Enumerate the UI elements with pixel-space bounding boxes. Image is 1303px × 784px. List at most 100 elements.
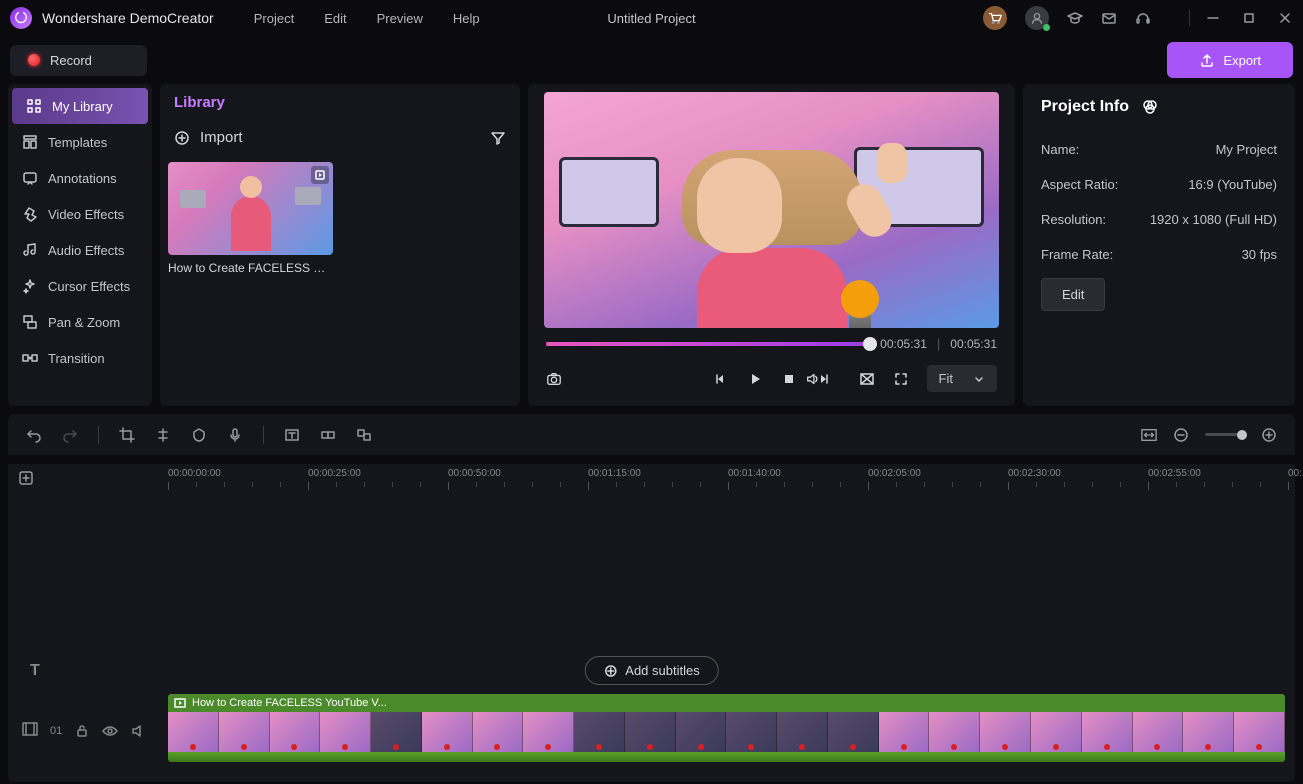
video-preview[interactable] xyxy=(544,92,999,328)
export-button[interactable]: Export xyxy=(1167,42,1293,78)
import-button[interactable]: Import xyxy=(174,129,243,146)
sidebar-item-pan-zoom[interactable]: Pan & Zoom xyxy=(8,304,152,340)
export-label: Export xyxy=(1223,53,1261,68)
ruler-tick: 00:01:40:00 xyxy=(728,468,781,479)
prev-frame-icon[interactable] xyxy=(713,371,729,387)
sidebar-item-my-library[interactable]: My Library xyxy=(12,88,148,124)
zoom-fit-select[interactable]: Fit xyxy=(927,365,997,392)
group-icon[interactable] xyxy=(320,427,336,443)
main-panel: My Library Templates Annotations Video E… xyxy=(0,84,1303,406)
clip-frame xyxy=(422,712,473,752)
resolution-label: Resolution: xyxy=(1041,212,1106,227)
fullscreen-icon[interactable] xyxy=(893,371,909,387)
safe-zone-icon[interactable] xyxy=(859,371,875,387)
mail-icon[interactable] xyxy=(1101,10,1117,26)
ruler-tick: 00:02:05:00 xyxy=(868,468,921,479)
undo-icon[interactable] xyxy=(26,427,42,443)
track-controls: 01 xyxy=(22,722,146,739)
time-total: 00:05:31 xyxy=(950,337,997,351)
clip-frame xyxy=(1133,712,1184,752)
eye-icon[interactable] xyxy=(102,723,118,739)
zoom-out-icon[interactable] xyxy=(1173,427,1189,443)
menu-preview[interactable]: Preview xyxy=(377,11,423,26)
clip-frame xyxy=(879,712,930,752)
stop-icon[interactable] xyxy=(781,371,797,387)
headset-icon[interactable] xyxy=(1135,10,1151,26)
sidebar-item-audio-effects[interactable]: Audio Effects xyxy=(8,232,152,268)
snapshot-icon[interactable] xyxy=(546,371,562,387)
text-icon[interactable] xyxy=(284,427,300,443)
clip-frame xyxy=(1234,712,1285,752)
track-number: 01 xyxy=(50,725,62,737)
add-track-icon[interactable] xyxy=(18,470,34,486)
sidebar-item-video-effects[interactable]: Video Effects xyxy=(8,196,152,232)
ruler-tick: 00:01:15:00 xyxy=(588,468,641,479)
marker-icon[interactable] xyxy=(191,427,207,443)
ruler-tick: 00:00:25:00 xyxy=(308,468,361,479)
playback-slider[interactable] xyxy=(546,342,870,346)
edit-project-button[interactable]: Edit xyxy=(1041,278,1105,311)
sidebar-item-cursor-effects[interactable]: Cursor Effects xyxy=(8,268,152,304)
clip-frame xyxy=(574,712,625,752)
fit-timeline-icon[interactable] xyxy=(1141,427,1157,443)
app-logo xyxy=(10,7,32,29)
play-icon[interactable] xyxy=(747,371,763,387)
framerate-label: Frame Rate: xyxy=(1041,247,1113,262)
mute-icon[interactable] xyxy=(130,723,146,739)
redo-icon[interactable] xyxy=(62,427,78,443)
framerate-value: 30 fps xyxy=(1242,247,1277,262)
library-panel: Library Import How to Create FACELESS Yo… xyxy=(160,84,520,406)
aspect-value: 16:9 (YouTube) xyxy=(1188,177,1277,192)
video-clip[interactable]: How to Create FACELESS YouTube V... xyxy=(168,694,1285,762)
cart-icon[interactable] xyxy=(983,6,1007,30)
close-icon[interactable] xyxy=(1277,10,1293,26)
clip-audio-waveform xyxy=(168,752,1285,762)
media-thumbnail[interactable]: How to Create FACELESS YouT... xyxy=(160,158,340,279)
clip-frame xyxy=(625,712,676,752)
sidebar-item-label: Video Effects xyxy=(48,207,124,222)
aspect-label: Aspect Ratio: xyxy=(1041,177,1118,192)
zoom-slider[interactable] xyxy=(1205,433,1245,436)
timeline-ruler[interactable]: 00:00:00:00 00:00:25:00 00:00:50:00 00:01:1… xyxy=(168,468,1285,498)
title-bar: Wondershare DemoCreator Project Edit Pre… xyxy=(0,0,1303,36)
record-label: Record xyxy=(50,53,92,68)
split-icon[interactable] xyxy=(155,427,171,443)
voiceover-icon[interactable] xyxy=(227,427,243,443)
menu-edit[interactable]: Edit xyxy=(324,11,346,26)
menu-help[interactable]: Help xyxy=(453,11,480,26)
filter-icon[interactable] xyxy=(490,130,506,146)
sidebar-item-transition[interactable]: Transition xyxy=(8,340,152,376)
next-frame-icon[interactable] xyxy=(815,371,831,387)
sidebar-item-label: Transition xyxy=(48,351,105,366)
ruler-tick: 00:00:00:00 xyxy=(168,468,221,479)
crop-icon[interactable] xyxy=(119,427,135,443)
academy-icon[interactable] xyxy=(1067,10,1083,26)
ruler-tick: 00:02:55:00 xyxy=(1148,468,1201,479)
text-track-icon: T xyxy=(30,662,40,680)
sidebar-item-label: Annotations xyxy=(48,171,117,186)
record-button[interactable]: Record xyxy=(10,45,147,76)
ruler-tick: 00:00:50:00 xyxy=(448,468,501,479)
sidebar-item-annotations[interactable]: Annotations xyxy=(8,160,152,196)
minimize-icon[interactable] xyxy=(1205,10,1221,26)
clip-frame xyxy=(1031,712,1082,752)
sidebar: My Library Templates Annotations Video E… xyxy=(8,84,152,406)
lock-icon[interactable] xyxy=(74,723,90,739)
ungroup-icon[interactable] xyxy=(356,427,372,443)
add-subtitles-button[interactable]: Add subtitles xyxy=(584,656,718,685)
menu-project[interactable]: Project xyxy=(254,11,294,26)
clip-frame xyxy=(828,712,879,752)
color-circles-icon[interactable] xyxy=(1141,98,1159,116)
clip-frame xyxy=(676,712,727,752)
clip-frame xyxy=(219,712,270,752)
name-label: Name: xyxy=(1041,142,1079,157)
clip-frame xyxy=(523,712,574,752)
main-menu: Project Edit Preview Help xyxy=(254,11,480,26)
maximize-icon[interactable] xyxy=(1241,10,1257,26)
user-icon[interactable] xyxy=(1025,6,1049,30)
sidebar-item-label: Cursor Effects xyxy=(48,279,130,294)
zoom-in-icon[interactable] xyxy=(1261,427,1277,443)
sidebar-item-templates[interactable]: Templates xyxy=(8,124,152,160)
project-info-header: Project Info xyxy=(1041,98,1129,116)
thumbnail-label: How to Create FACELESS YouT... xyxy=(168,255,332,275)
